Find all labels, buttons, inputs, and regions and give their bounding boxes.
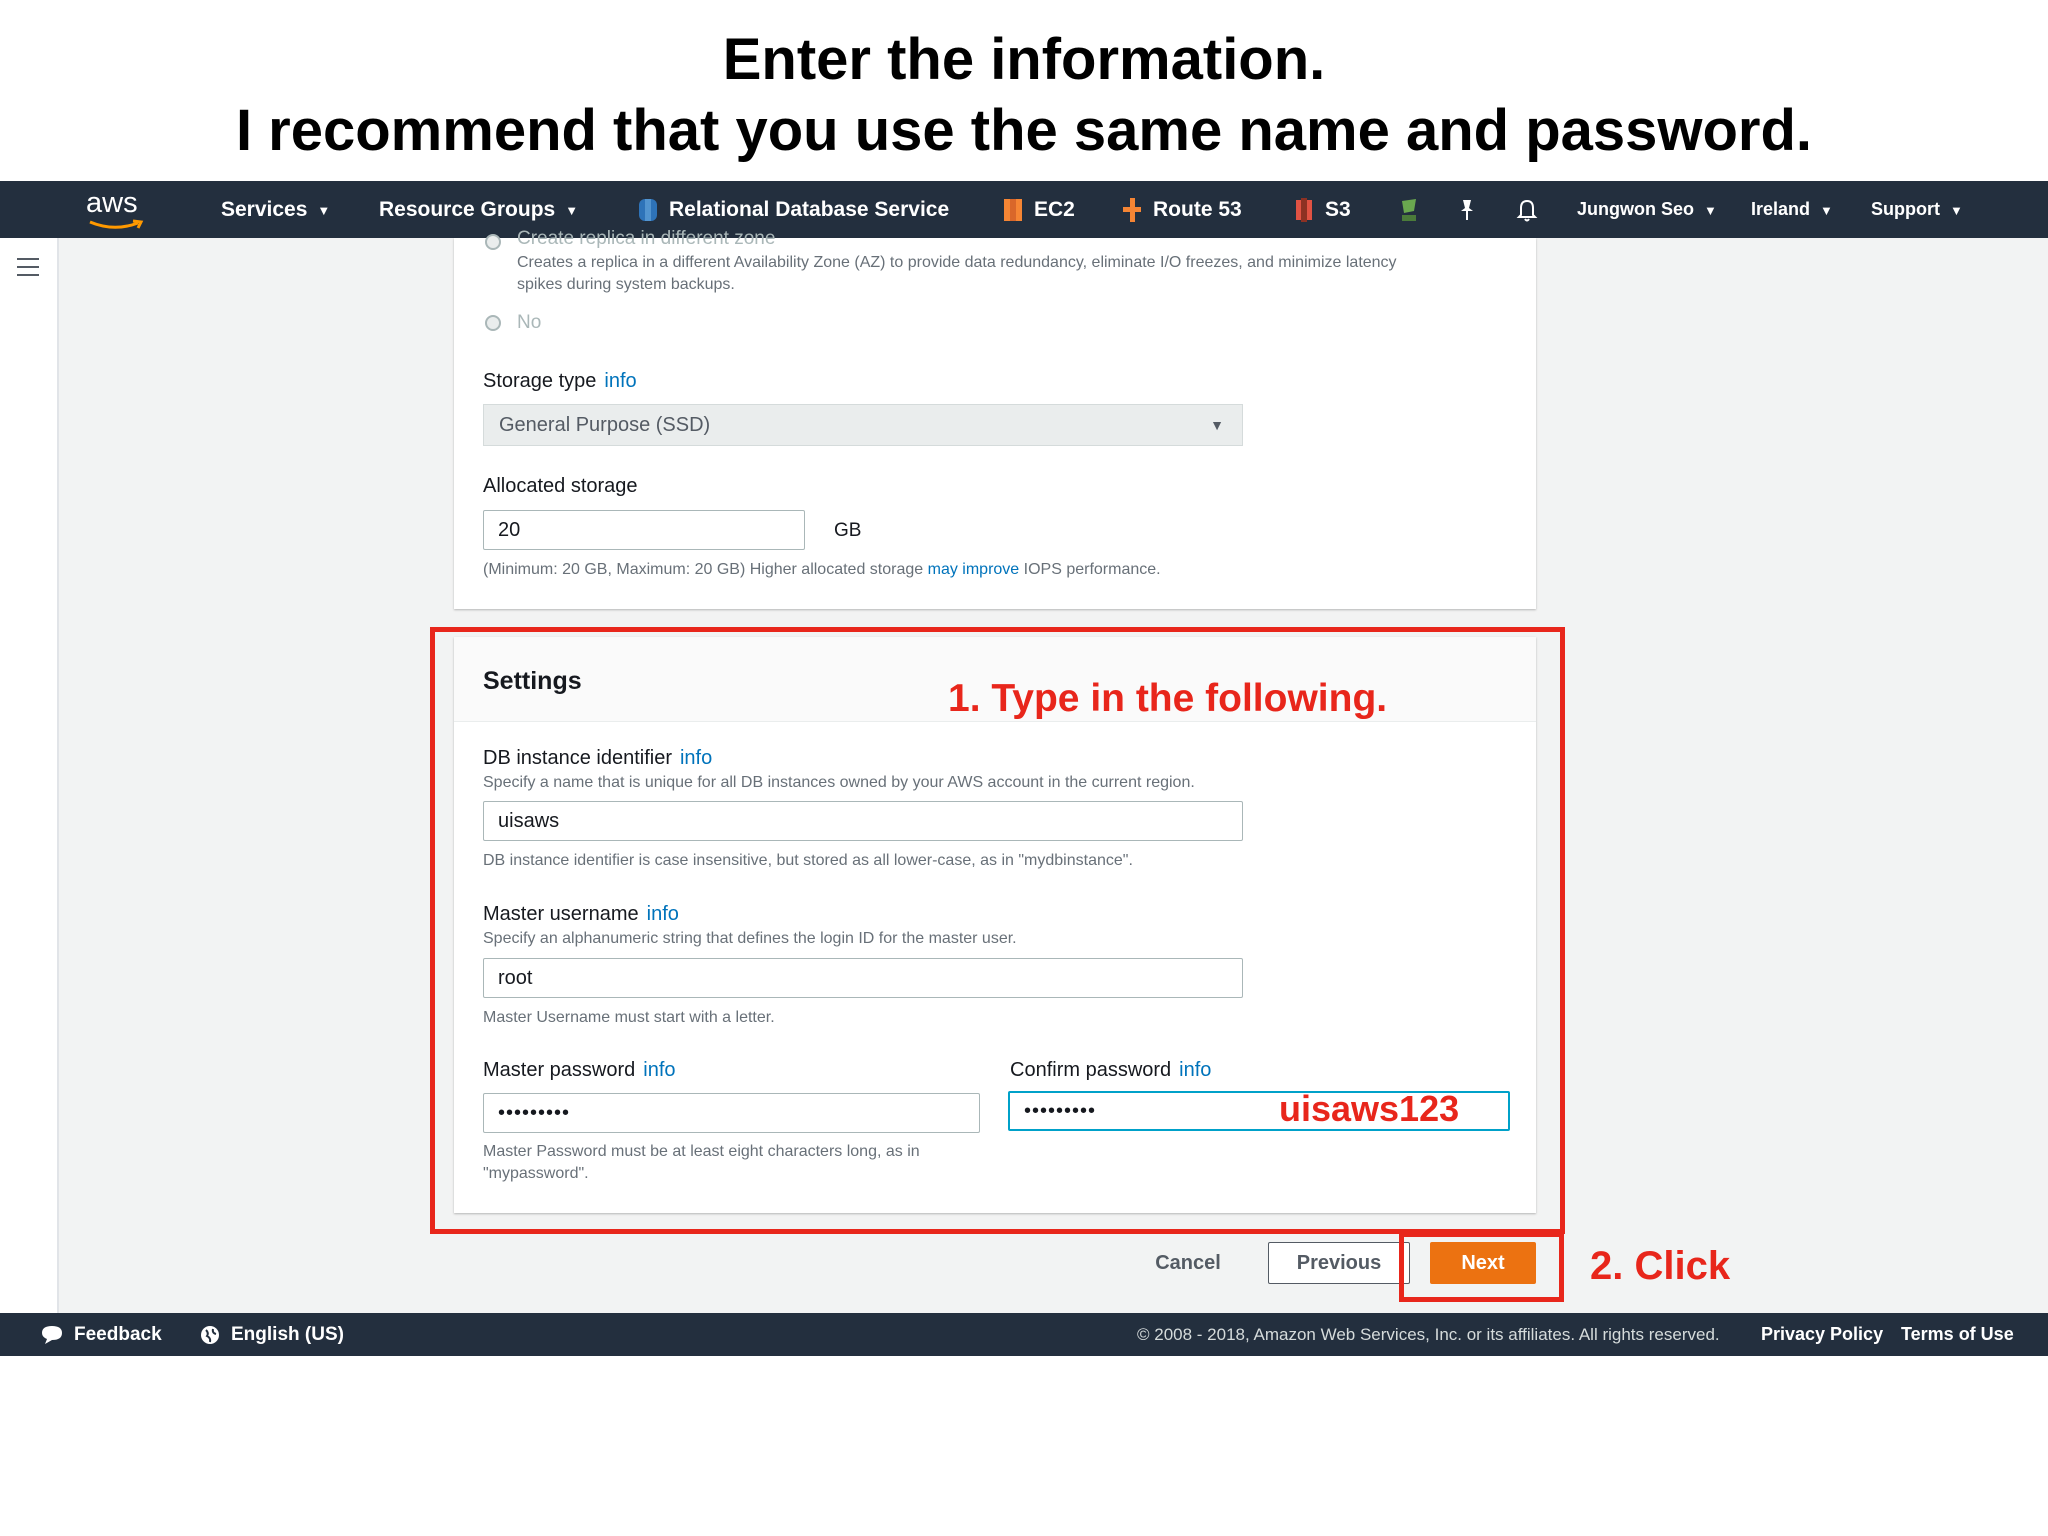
top-navigation: aws Services ▼ Resource Groups ▼ Relationa… — [0, 181, 2048, 238]
terms-of-use-link[interactable]: Terms of Use — [1901, 1313, 2014, 1356]
feedback-label: Feedback — [74, 1324, 162, 1345]
console-footer: Feedback English (US) © 2008 - 2018, Ama… — [0, 1313, 2048, 1356]
chevron-down-icon: ▼ — [1704, 202, 1717, 218]
resource-groups-label: Resource Groups — [379, 198, 556, 221]
aws-logo[interactable]: aws — [86, 187, 146, 231]
account-menu[interactable]: Jungwon Seo ▼ — [1577, 181, 1717, 238]
user-name: Jungwon Seo — [1577, 199, 1694, 219]
storage-type-value: General Purpose (SSD) — [499, 414, 711, 436]
support-label: Support — [1871, 199, 1940, 219]
replica-option-desc-line2: spikes during system backups. — [517, 276, 735, 293]
services-menu[interactable]: Services ▼ — [221, 181, 330, 238]
slide-title-line2: I recommend that you use the same name a… — [235, 98, 1813, 163]
may-improve-link[interactable]: may improve — [928, 561, 1020, 578]
storage-unit: GB — [834, 520, 862, 541]
s3-label: S3 — [1325, 198, 1351, 221]
ec2-label: EC2 — [1034, 198, 1075, 221]
s3-icon — [1296, 198, 1312, 223]
route53-shortcut[interactable]: Route 53 — [1121, 181, 1242, 238]
allocated-storage-hint: (Minimum: 20 GB, Maximum: 20 GB) Higher … — [483, 561, 1161, 578]
slide-title: Enter the information. I recommend that … — [0, 24, 2048, 166]
replica-option-label: Create replica in different zone — [517, 228, 776, 249]
language-label: English (US) — [231, 1324, 344, 1345]
no-replica-radio[interactable] — [485, 315, 501, 331]
notifications-button[interactable] — [1516, 181, 1548, 238]
menu-icon[interactable] — [17, 258, 39, 276]
left-rail — [0, 238, 59, 1313]
allocated-storage-input[interactable]: 20 — [483, 510, 805, 550]
s3-shortcut[interactable]: S3 — [1293, 181, 1351, 238]
next-highlight-box — [1399, 1232, 1564, 1302]
elastic-beanstalk-icon — [1402, 199, 1416, 222]
no-option-label: No — [517, 312, 542, 333]
storage-panel: Create replica in different zone Creates… — [454, 228, 1536, 609]
ec2-icon — [1004, 199, 1022, 222]
bell-icon — [1516, 200, 1538, 222]
pin-icon — [1461, 200, 1473, 221]
rds-label: Relational Database Service — [669, 198, 950, 221]
replica-radio[interactable] — [485, 234, 501, 250]
cancel-button[interactable]: Cancel — [1140, 1243, 1236, 1285]
chevron-down-icon: ▼ — [1820, 202, 1833, 218]
region-menu[interactable]: Ireland ▼ — [1751, 181, 1833, 238]
password-annotation: uisaws123 — [1279, 1088, 1460, 1129]
previous-button[interactable]: Previous — [1268, 1242, 1410, 1284]
allocated-storage-label: Allocated storage — [483, 475, 638, 497]
copyright-text: © 2008 - 2018, Amazon Web Services, Inc.… — [1137, 1325, 1720, 1344]
feedback-icon — [42, 1325, 62, 1344]
storage-type-select[interactable]: General Purpose (SSD) ▼ — [483, 404, 1243, 446]
language-selector[interactable]: English (US) — [199, 1313, 344, 1356]
storage-type-label: Storage type info — [483, 370, 637, 392]
storage-type-info-link[interactable]: info — [604, 370, 636, 392]
aws-logo-text: aws — [86, 187, 138, 219]
feedback-button[interactable]: Feedback — [40, 1313, 162, 1356]
elastic-beanstalk-shortcut[interactable] — [1398, 181, 1430, 238]
aws-smile-icon — [89, 219, 144, 229]
route53-icon — [1123, 198, 1141, 223]
support-menu[interactable]: Support ▼ — [1871, 181, 1963, 238]
rds-icon — [639, 199, 657, 222]
chevron-down-icon: ▼ — [317, 202, 331, 218]
route53-label: Route 53 — [1153, 198, 1242, 221]
services-label: Services — [221, 198, 308, 221]
globe-icon — [201, 1325, 219, 1344]
dropdown-arrow-icon: ▼ — [1210, 417, 1224, 433]
ec2-shortcut[interactable]: EC2 — [1002, 181, 1075, 238]
region-name: Ireland — [1751, 199, 1811, 219]
privacy-policy-link[interactable]: Privacy Policy — [1761, 1313, 1883, 1356]
step2-annotation: 2. Click — [1590, 1244, 1731, 1288]
slide-title-line1: Enter the information. — [722, 27, 1326, 92]
chevron-down-icon: ▼ — [1950, 202, 1963, 218]
replica-option-desc-line1: Creates a replica in a different Availab… — [517, 254, 1397, 271]
pin-button[interactable] — [1456, 181, 1488, 238]
step1-annotation: 1. Type in the following. — [948, 677, 1388, 720]
